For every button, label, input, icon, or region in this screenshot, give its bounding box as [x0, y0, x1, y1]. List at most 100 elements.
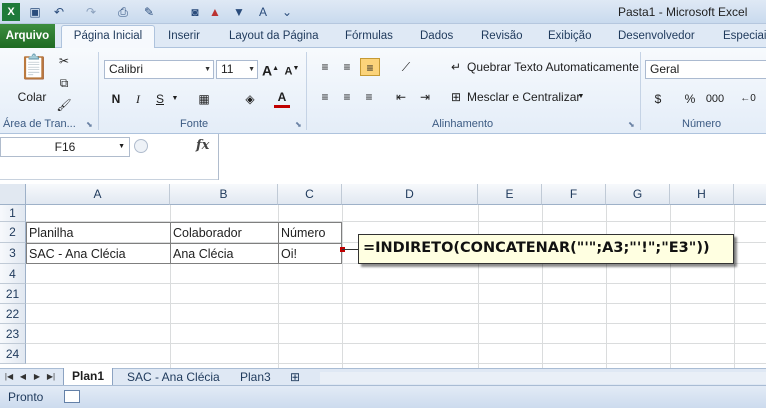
- select-all-corner[interactable]: [0, 184, 26, 205]
- orientation-icon[interactable]: ⟋: [394, 58, 418, 76]
- percent-button[interactable]: %: [682, 90, 698, 108]
- align-right-icon[interactable]: ≡: [360, 88, 378, 106]
- tab-desenvolvedor[interactable]: Desenvolvedor: [618, 27, 695, 48]
- sheet-tab-sac[interactable]: SAC - Ana Clécia: [127, 369, 220, 386]
- align-middle-icon[interactable]: ≡: [338, 58, 356, 76]
- horizontal-scrollbar[interactable]: [320, 372, 766, 384]
- paste-button[interactable]: Colar: [12, 88, 52, 106]
- bold-button[interactable]: N: [108, 90, 124, 108]
- paste-icon[interactable]: 📋: [18, 52, 50, 84]
- font-name-select[interactable]: Calibri ▼: [104, 60, 214, 79]
- cut-icon[interactable]: ✂: [56, 52, 72, 70]
- worksheet-grid[interactable]: A B C D E F G H 1 2 3 4 21 22 23 24 Plan…: [0, 180, 766, 368]
- excel-icon[interactable]: X: [2, 3, 20, 21]
- row-header[interactable]: 24: [0, 344, 26, 364]
- row-header[interactable]: 4: [0, 264, 26, 284]
- grow-font-icon[interactable]: A▲: [262, 60, 279, 79]
- tab-dados[interactable]: Dados: [420, 27, 453, 48]
- column-header-c[interactable]: C: [278, 184, 342, 205]
- align-bottom-icon[interactable]: ≡: [360, 58, 380, 76]
- first-sheet-icon[interactable]: |◀: [3, 370, 15, 384]
- camera-icon[interactable]: ◙: [186, 3, 204, 21]
- font-color-icon[interactable]: A: [274, 90, 290, 108]
- tab-inserir[interactable]: Inserir: [168, 27, 200, 48]
- column-header-i[interactable]: [734, 184, 766, 205]
- row-header[interactable]: 22: [0, 304, 26, 324]
- row-header[interactable]: 21: [0, 284, 26, 304]
- sheet-tab-plan3[interactable]: Plan3: [240, 369, 271, 386]
- tab-revisao[interactable]: Revisão: [481, 27, 523, 48]
- tab-especiais[interactable]: Especiais: [723, 27, 766, 48]
- alignment-dialog-launcher-icon[interactable]: ⬊: [628, 120, 637, 129]
- number-format-select[interactable]: Geral: [645, 60, 766, 79]
- cell-a3[interactable]: SAC - Ana Clécia: [26, 244, 170, 264]
- align-center-icon[interactable]: ≡: [338, 88, 356, 106]
- tab-formulas[interactable]: Fórmulas: [345, 27, 393, 48]
- expand-icon[interactable]: [134, 139, 148, 153]
- next-sheet-icon[interactable]: ▶: [31, 370, 43, 384]
- triangle-up-icon[interactable]: ▲: [206, 3, 224, 21]
- font-size-select[interactable]: 11 ▼: [216, 60, 258, 79]
- merge-center-icon[interactable]: ⊞: [448, 88, 464, 106]
- insert-sheet-icon[interactable]: ⊞: [290, 369, 300, 386]
- save-icon[interactable]: ▣: [26, 3, 44, 21]
- prev-sheet-icon[interactable]: ◀: [17, 370, 29, 384]
- column-header-f[interactable]: F: [542, 184, 606, 205]
- shrink-font-icon[interactable]: A▼: [284, 60, 300, 78]
- merge-dropdown-icon[interactable]: ▼: [576, 88, 586, 106]
- fill-color-icon[interactable]: ◈: [242, 90, 258, 108]
- column-header-g[interactable]: G: [606, 184, 670, 205]
- cell-a2[interactable]: Planilha: [26, 223, 170, 243]
- borders-icon[interactable]: ▦: [196, 90, 212, 108]
- cell-c2[interactable]: Número: [278, 223, 342, 243]
- increase-indent-icon[interactable]: ⇥: [416, 88, 434, 106]
- customize-toolbar-icon[interactable]: ⌄: [278, 3, 296, 21]
- undo-icon[interactable]: ↶: [50, 3, 68, 21]
- font-dialog-launcher-icon[interactable]: ⬊: [295, 120, 304, 129]
- increase-decimal-icon[interactable]: ←0: [738, 90, 758, 108]
- column-header-b[interactable]: B: [170, 184, 278, 205]
- column-header-a[interactable]: A: [26, 184, 170, 205]
- last-sheet-icon[interactable]: ▶|: [45, 370, 57, 384]
- formula-comment-box[interactable]: =INDIRETO(CONCATENAR("'";A3;"'!";"E3")): [358, 234, 734, 264]
- redo-icon[interactable]: ↷: [82, 3, 100, 21]
- column-header-d[interactable]: D: [342, 184, 478, 205]
- wrap-text-button[interactable]: Quebrar Texto Automaticamente: [467, 58, 639, 76]
- format-painter-icon[interactable]: ✎: [140, 3, 158, 21]
- row-header[interactable]: 2: [0, 222, 26, 243]
- row-header[interactable]: 1: [0, 205, 26, 222]
- sheet-tab-plan1[interactable]: Plan1: [63, 368, 113, 386]
- row-header[interactable]: 3: [0, 243, 26, 264]
- italic-button[interactable]: I: [130, 90, 146, 108]
- row-header[interactable]: 23: [0, 324, 26, 344]
- print-preview-icon[interactable]: ⎙: [114, 3, 132, 21]
- currency-icon[interactable]: $: [650, 90, 666, 108]
- column-header-e[interactable]: E: [478, 184, 542, 205]
- clipboard-dialog-launcher-icon[interactable]: ⬊: [86, 120, 95, 129]
- insert-function-icon[interactable]: fx: [196, 138, 209, 153]
- align-left-icon[interactable]: ≡: [316, 88, 334, 106]
- copy-icon[interactable]: ⧉: [56, 74, 72, 92]
- chevron-down-icon[interactable]: ▼: [118, 138, 125, 156]
- cell-c3[interactable]: Oi!: [278, 244, 342, 264]
- tab-pagina-inicial[interactable]: Página Inicial: [61, 25, 155, 48]
- formula-input[interactable]: [218, 134, 766, 180]
- cell-b3[interactable]: Ana Clécia: [170, 244, 278, 264]
- name-box[interactable]: F16 ▼: [0, 137, 130, 157]
- thousands-button[interactable]: 000: [704, 90, 726, 108]
- underline-dropdown-icon[interactable]: ▼: [170, 90, 180, 108]
- merge-center-button[interactable]: Mesclar e Centralizar: [467, 88, 580, 106]
- align-top-icon[interactable]: ≡: [316, 58, 334, 76]
- tab-arquivo[interactable]: Arquivo: [0, 24, 55, 48]
- tab-exibicao[interactable]: Exibição: [548, 27, 591, 48]
- font-color-icon[interactable]: A: [254, 3, 272, 21]
- tab-layout[interactable]: Layout da Página: [229, 27, 319, 48]
- macro-recording-icon[interactable]: [64, 390, 80, 403]
- cell-b2[interactable]: Colaborador: [170, 223, 278, 243]
- format-painter-icon[interactable]: 🖌: [56, 96, 72, 114]
- wrap-text-icon[interactable]: ↵: [448, 58, 464, 76]
- triangle-down-icon[interactable]: ▼: [230, 3, 248, 21]
- column-header-h[interactable]: H: [670, 184, 734, 205]
- decrease-indent-icon[interactable]: ⇤: [392, 88, 410, 106]
- underline-button[interactable]: S: [152, 90, 168, 108]
